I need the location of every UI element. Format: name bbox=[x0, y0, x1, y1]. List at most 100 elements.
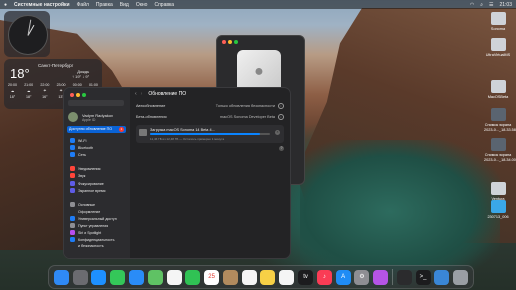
accessibility-icon bbox=[70, 216, 75, 221]
row-label: Бета-обновления bbox=[136, 114, 167, 119]
downloads-icon[interactable] bbox=[434, 269, 450, 285]
sidebar-search-input[interactable] bbox=[68, 100, 124, 106]
sidebar-item[interactable]: Сеть bbox=[70, 152, 86, 157]
auto-update-row[interactable]: Автообновление Только обновления безопас… bbox=[136, 101, 284, 110]
wallpaper-river bbox=[300, 140, 500, 270]
photos-icon[interactable] bbox=[166, 269, 182, 285]
sidebar-item[interactable]: Wi-Fi bbox=[70, 138, 86, 143]
cancel-download-icon[interactable]: × bbox=[275, 130, 280, 135]
search-icon[interactable]: ⌕ bbox=[480, 2, 483, 8]
window-controls bbox=[70, 93, 86, 97]
beta-updates-row[interactable]: Бета-обновления macOS Sonoma Developer B… bbox=[136, 112, 284, 121]
calendar-icon[interactable]: 25 bbox=[204, 269, 220, 285]
podcasts-icon[interactable] bbox=[373, 269, 389, 285]
app-menu[interactable]: Системные настройки bbox=[14, 2, 70, 8]
sidebar-item[interactable]: Bluetooth bbox=[70, 145, 93, 150]
messages-icon[interactable] bbox=[110, 269, 126, 285]
desktop-icon[interactable]: Sonoma bbox=[484, 12, 512, 32]
sidebar-item[interactable]: Пункт управления bbox=[70, 223, 108, 228]
control-center-icon bbox=[70, 223, 75, 228]
menu-edit[interactable]: Правка bbox=[96, 2, 113, 8]
sidebar-item-label: Экранное время bbox=[78, 188, 106, 193]
sidebar-item[interactable]: Универсальный доступ bbox=[70, 216, 117, 221]
file-icon bbox=[490, 200, 506, 213]
sidebar-item[interactable]: Основные bbox=[70, 202, 95, 207]
desktop-icon[interactable]: Снимок экрана 2023-0..._18.34.00 bbox=[484, 138, 516, 162]
forward-chevron-icon[interactable]: › bbox=[141, 91, 143, 97]
control-center-icon[interactable]: ☰ bbox=[489, 2, 493, 8]
safari-icon[interactable] bbox=[91, 269, 107, 285]
zoom-button[interactable] bbox=[234, 40, 238, 44]
music-icon[interactable]: ♪ bbox=[316, 269, 332, 285]
hour-temp: 18° bbox=[9, 95, 16, 99]
clock-widget[interactable] bbox=[4, 11, 50, 57]
window-controls bbox=[222, 40, 238, 44]
minimize-button[interactable] bbox=[76, 93, 80, 97]
apple-menu-icon[interactable]: ● bbox=[4, 2, 7, 8]
notes-icon[interactable] bbox=[260, 269, 276, 285]
hour-temp: 18° bbox=[25, 95, 32, 99]
menu-view[interactable]: Вид bbox=[120, 2, 129, 8]
hour-time: 23:00 bbox=[56, 83, 66, 87]
system-settings-window[interactable]: Vadym Radyakov Apple ID Доступно обновле… bbox=[63, 87, 291, 259]
macos-installer-icon bbox=[139, 129, 147, 136]
mail-icon[interactable] bbox=[129, 269, 145, 285]
weather-condition-block: Дождь ↑ 19° ↓ 9° bbox=[72, 69, 89, 79]
sidebar-item[interactable]: Фокусирование bbox=[70, 181, 104, 186]
weather-range: ↑ 19° ↓ 9° bbox=[72, 74, 90, 79]
desktop-icon[interactable]: Ventura bbox=[484, 182, 512, 202]
hand-icon bbox=[70, 237, 75, 242]
sidebar-item[interactable]: Экранное время bbox=[70, 188, 105, 193]
menu-bar: ● Системные настройки Файл Правка Вид Ок… bbox=[0, 0, 516, 9]
facetime-icon[interactable] bbox=[185, 269, 201, 285]
desktop-icon[interactable]: UltraVirtualMS bbox=[484, 38, 512, 58]
desktop-icon[interactable]: Снимок экрана 2023-0..._18.33.58 bbox=[484, 108, 516, 132]
trash-icon[interactable] bbox=[453, 269, 469, 285]
wifi-status-icon[interactable]: ◠ bbox=[470, 2, 474, 8]
file-icon bbox=[490, 108, 506, 121]
sidebar-item-label: Основные bbox=[78, 202, 96, 207]
back-chevron-icon[interactable]: ‹ bbox=[135, 91, 137, 97]
menu-window[interactable]: Окно bbox=[136, 2, 148, 8]
menu-file[interactable]: Файл bbox=[77, 2, 89, 8]
info-icon[interactable]: i bbox=[278, 102, 284, 109]
close-button[interactable] bbox=[222, 40, 226, 44]
sidebar-item[interactable]: Siri и Spotlight bbox=[70, 230, 101, 235]
zoom-button[interactable] bbox=[82, 93, 86, 97]
moon-icon bbox=[70, 181, 75, 186]
sidebar-item[interactable]: и безопасность bbox=[70, 243, 104, 248]
sidebar-item[interactable]: Уведомления bbox=[70, 166, 100, 171]
sidebar-item[interactable]: Оформление bbox=[70, 209, 100, 214]
download-card: Загрузка macOS Sonoma 14 Beta 4... 11,46… bbox=[136, 125, 284, 143]
finder-icon[interactable] bbox=[53, 269, 69, 285]
info-icon[interactable]: i bbox=[278, 113, 284, 120]
tv-icon[interactable]: tv bbox=[298, 269, 314, 285]
sidebar-item[interactable]: Конфиденциальность bbox=[70, 237, 114, 242]
reminders-icon[interactable] bbox=[241, 269, 257, 285]
desktop-icon[interactable]: MacOSBeta bbox=[484, 80, 512, 100]
sidebar-item-software-update[interactable]: Доступно обновление ПО 1 bbox=[67, 126, 126, 133]
help-button[interactable]: ? bbox=[279, 146, 284, 151]
sidebar-item-label: Оформление bbox=[78, 209, 101, 214]
hour-time: 21:00 bbox=[24, 83, 34, 87]
minimize-button[interactable] bbox=[228, 40, 232, 44]
maps-icon[interactable] bbox=[147, 269, 163, 285]
system-settings-icon[interactable]: ⚙ bbox=[354, 269, 370, 285]
freeform-icon[interactable] bbox=[279, 269, 295, 285]
app-store-icon[interactable]: A bbox=[335, 269, 351, 285]
contacts-icon[interactable] bbox=[222, 269, 238, 285]
speaker-icon bbox=[70, 173, 75, 178]
terminal-icon[interactable]: >_ bbox=[415, 269, 431, 285]
download-progress-bar bbox=[150, 133, 270, 135]
launchpad-icon[interactable] bbox=[72, 269, 88, 285]
desktop-icon[interactable]: 230713_006 bbox=[484, 200, 512, 220]
desktop-icon-label: Снимок экрана bbox=[484, 123, 512, 127]
siri-icon bbox=[70, 230, 75, 235]
sidebar-item-label: Универсальный доступ bbox=[78, 216, 117, 221]
sidebar-item[interactable]: Звук bbox=[70, 173, 85, 178]
desktop-icon-label: 230713_006 bbox=[487, 215, 509, 219]
close-button[interactable] bbox=[70, 93, 74, 97]
activity-monitor-icon[interactable] bbox=[396, 269, 412, 285]
menu-help[interactable]: Справка bbox=[154, 2, 174, 8]
menu-clock[interactable]: 21:03 bbox=[499, 2, 512, 8]
